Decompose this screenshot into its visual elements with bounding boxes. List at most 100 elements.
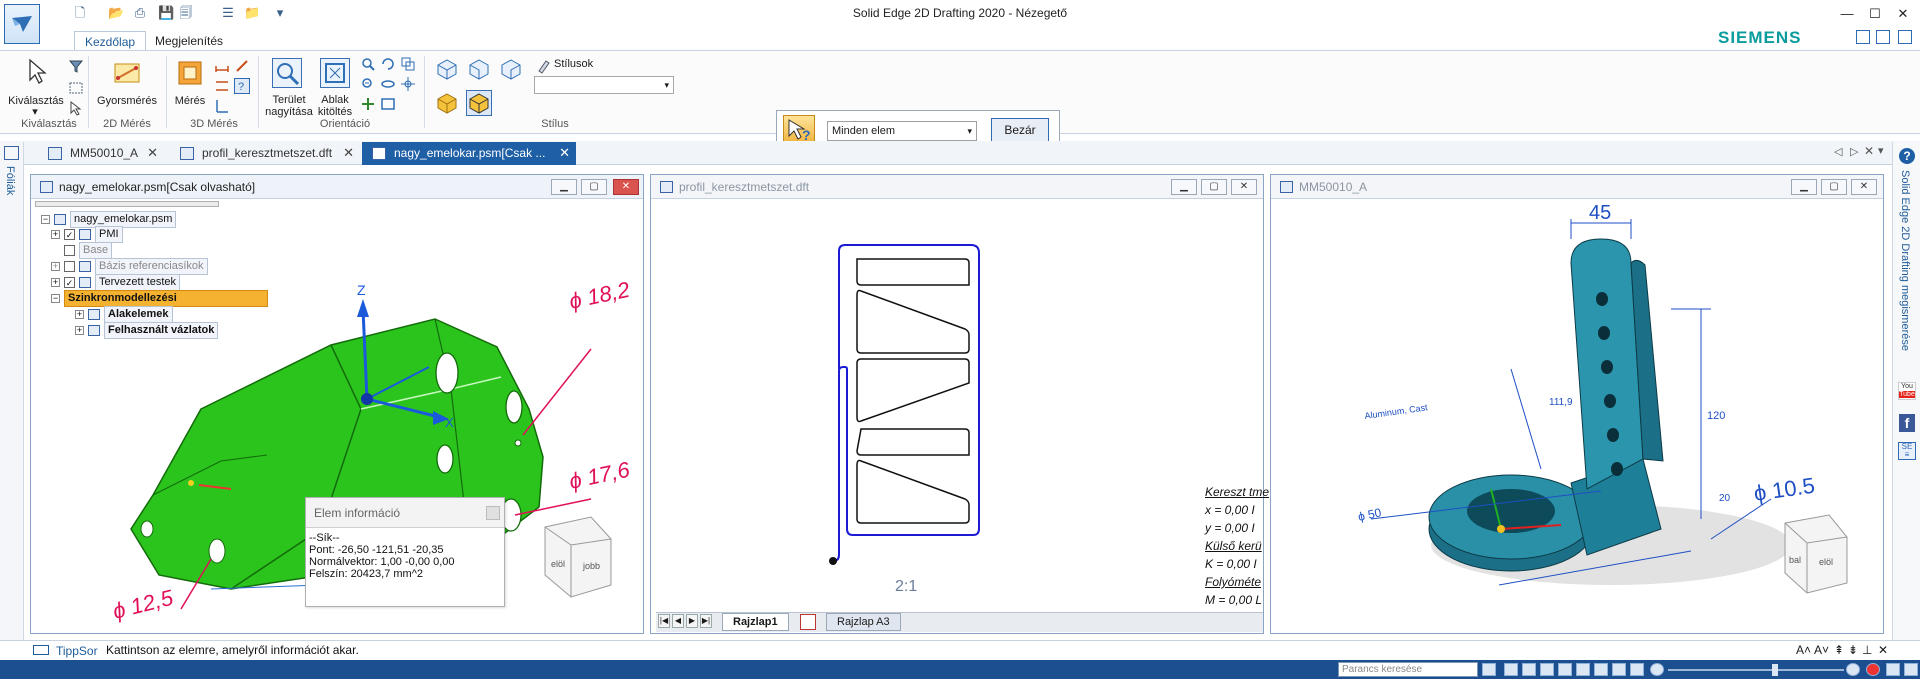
zoom-icon[interactable] xyxy=(360,56,376,72)
center-view-icon[interactable] xyxy=(400,76,416,92)
spin-icon[interactable] xyxy=(380,76,396,92)
tree-item-used-sketches[interactable]: + Felhasznált vázlatok xyxy=(75,322,219,339)
window-minimize-icon[interactable]: ▁ xyxy=(1171,179,1197,195)
prompt-up-icon[interactable]: ⇞ xyxy=(1834,643,1844,657)
window-minimize-icon[interactable]: ▁ xyxy=(1791,179,1817,195)
view-cube[interactable]: elöl jobb xyxy=(544,516,612,598)
rotate-icon[interactable] xyxy=(380,56,396,72)
background-sheet-icon[interactable] xyxy=(800,614,816,630)
fit-window-button[interactable]: Ablak kitöltés xyxy=(312,94,358,118)
select-tool-icon[interactable] xyxy=(26,58,50,87)
measure-button[interactable]: Mérés xyxy=(170,95,210,107)
window-maximize-icon[interactable]: ▢ xyxy=(1201,179,1227,195)
zoom-previous-icon[interactable] xyxy=(360,76,376,92)
window-maximize-icon[interactable]: ▢ xyxy=(581,179,607,195)
save-as-icon[interactable]: 🗐 xyxy=(178,5,194,21)
inspect-icon[interactable]: ? xyxy=(234,78,250,94)
select-group-icon[interactable] xyxy=(68,80,84,96)
zoom-area-icon[interactable] xyxy=(272,58,302,88)
folder-icon[interactable]: 📁 xyxy=(244,5,260,21)
styles-icon[interactable] xyxy=(536,58,552,74)
community-icon[interactable]: SE ≡ xyxy=(1898,442,1916,460)
measure-minimum-icon[interactable] xyxy=(214,78,230,94)
measure-area-icon[interactable] xyxy=(234,58,250,74)
layers-tab[interactable]: Fóliák xyxy=(4,166,16,195)
tab-scroll-right-icon[interactable]: ▷ xyxy=(1850,145,1858,158)
zoom-area-status-icon[interactable] xyxy=(1522,663,1536,676)
window-maximize-icon[interactable]: ▢ xyxy=(1821,179,1847,195)
quick-measure-icon[interactable] xyxy=(112,58,142,91)
rotate-status-icon[interactable] xyxy=(1576,663,1590,676)
zoom-slider[interactable] xyxy=(1668,669,1844,671)
checkbox-design-bodies[interactable]: ✓ xyxy=(64,276,75,288)
close-tab-icon[interactable]: ✕ xyxy=(559,142,570,164)
doc-tab-nagy-emelokar[interactable]: nagy_emelokar.psm[Csak ... ✕ xyxy=(362,142,576,165)
window-close-icon[interactable]: ✕ xyxy=(1231,179,1257,195)
zoom-area-button[interactable]: Terület nagyítása xyxy=(264,94,314,118)
sheet-tab-rajzlap1[interactable]: Rajzlap1 xyxy=(722,613,789,631)
sheet-next-icon[interactable]: ▶ xyxy=(686,614,698,628)
tree-item-root[interactable]: − nagy_emelokar.psm xyxy=(41,211,177,228)
tab-scroll-left-icon[interactable]: ◁ xyxy=(1834,145,1842,158)
tree-item-features[interactable]: + Alakelemek xyxy=(75,306,173,323)
tree-item-reference-planes[interactable]: + Bázis referenciasíkok xyxy=(51,258,208,275)
view-cube[interactable]: bal elöl xyxy=(1784,514,1848,594)
sheet-prev-icon[interactable]: ◀ xyxy=(672,614,684,628)
search-go-icon[interactable] xyxy=(1482,663,1496,676)
window-list-icon[interactable] xyxy=(1876,30,1890,44)
zoom-slider-thumb[interactable] xyxy=(1772,664,1778,676)
minimize-icon[interactable]: — xyxy=(1836,4,1858,24)
checkbox-pmi[interactable]: ✓ xyxy=(64,228,75,240)
view-copy-icon[interactable] xyxy=(400,56,416,72)
doc-tab-mm50010[interactable]: MM50010_A ✕ xyxy=(38,142,164,165)
measure-angle-icon[interactable] xyxy=(214,98,230,114)
font-decrease-icon[interactable]: A˅ xyxy=(1814,643,1829,657)
named-views-icon[interactable] xyxy=(380,96,396,112)
tab-megjelenites[interactable]: Megjelenítés xyxy=(145,31,233,51)
zoom-in-icon[interactable] xyxy=(1846,663,1860,676)
sheet-first-icon[interactable]: |◀ xyxy=(658,614,670,628)
close-all-tabs-icon[interactable]: ✕ xyxy=(1864,144,1874,158)
quick-print-icon[interactable]: ⎙ xyxy=(132,5,148,21)
prompt-down-icon[interactable]: ⇟ xyxy=(1848,643,1858,657)
options-icon[interactable] xyxy=(1898,30,1912,44)
iso-view-icon[interactable] xyxy=(436,58,458,83)
help-icon[interactable]: ? xyxy=(1899,148,1915,164)
style-status-icon[interactable] xyxy=(1612,663,1626,676)
sheet-last-icon[interactable]: ▶| xyxy=(700,614,712,628)
assembly-viewport[interactable]: 45 120 111,9 20 ϕ 50 Aluminum, Cast ϕ 10… xyxy=(1271,199,1883,633)
close-tab-icon[interactable]: ✕ xyxy=(147,142,158,164)
close-command-button[interactable]: Bezár xyxy=(991,118,1049,143)
tree-item-pmi[interactable]: + ✓ PMI xyxy=(51,226,123,243)
close-popup-icon[interactable] xyxy=(486,506,500,520)
learn-panel-tab[interactable]: Solid Edge 2D Drafting megismerése xyxy=(1899,170,1911,351)
view-status-icon[interactable] xyxy=(1594,663,1608,676)
facebook-icon[interactable]: f xyxy=(1899,414,1915,432)
maximize-icon[interactable]: ☐ xyxy=(1864,4,1886,24)
save-icon[interactable]: 💾 xyxy=(158,5,174,21)
command-search-input[interactable]: Parancs keresése xyxy=(1338,662,1478,677)
shaded-with-edges-icon[interactable] xyxy=(466,90,492,116)
selection-filter-icon[interactable] xyxy=(68,58,84,74)
layers-icon[interactable] xyxy=(4,146,19,160)
record-icon[interactable] xyxy=(1866,663,1880,676)
checkbox-reference-planes[interactable] xyxy=(64,260,75,272)
application-menu-button[interactable] xyxy=(4,4,40,44)
fit-window-icon[interactable] xyxy=(320,58,350,88)
close-tab-icon[interactable]: ✕ xyxy=(343,142,354,164)
status-menu-icon[interactable] xyxy=(1904,663,1918,676)
fit-status-icon[interactable] xyxy=(1540,663,1554,676)
doc-tab-profil[interactable]: profil_keresztmetszet.dft ✕ xyxy=(170,142,360,165)
window-close-icon[interactable]: ✕ xyxy=(613,179,639,195)
close-icon[interactable]: ✕ xyxy=(1892,4,1914,24)
open-file-icon[interactable]: 📂 xyxy=(108,5,124,21)
shade-status-icon[interactable] xyxy=(1630,663,1644,676)
display-options-icon[interactable] xyxy=(1886,663,1900,676)
window-close-icon[interactable]: ✕ xyxy=(1851,179,1877,195)
window-minimize-icon[interactable]: ▁ xyxy=(551,179,577,195)
sheet-tab-rajzlap-a3[interactable]: Rajzlap A3 xyxy=(826,613,901,631)
tree-item-base[interactable]: Base xyxy=(64,242,113,259)
youtube-icon[interactable]: You Tube xyxy=(1898,382,1916,400)
zoom-out-icon[interactable] xyxy=(1650,663,1664,676)
close-prompt-icon[interactable]: ✕ xyxy=(1878,643,1888,657)
